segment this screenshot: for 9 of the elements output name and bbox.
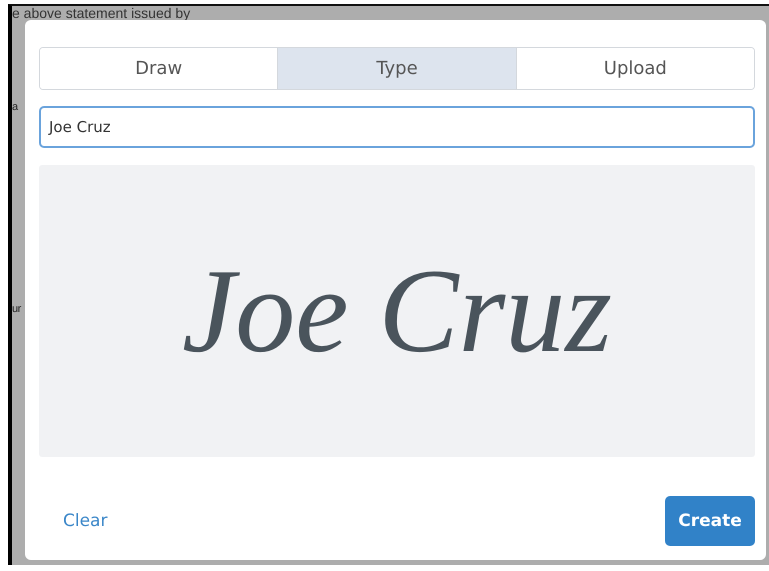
create-button[interactable]: Create [665, 496, 755, 546]
clear-link[interactable]: Clear [59, 507, 112, 535]
signature-text: Joe Cruz [182, 243, 612, 379]
tab[interactable]: Type [278, 48, 517, 89]
name-field[interactable]: Joe Cruz [39, 106, 755, 148]
document-text: e above statement issued by [12, 6, 192, 21]
document-text: ur [12, 303, 21, 315]
document-text: a [12, 101, 18, 113]
tab[interactable]: Draw [40, 48, 278, 89]
